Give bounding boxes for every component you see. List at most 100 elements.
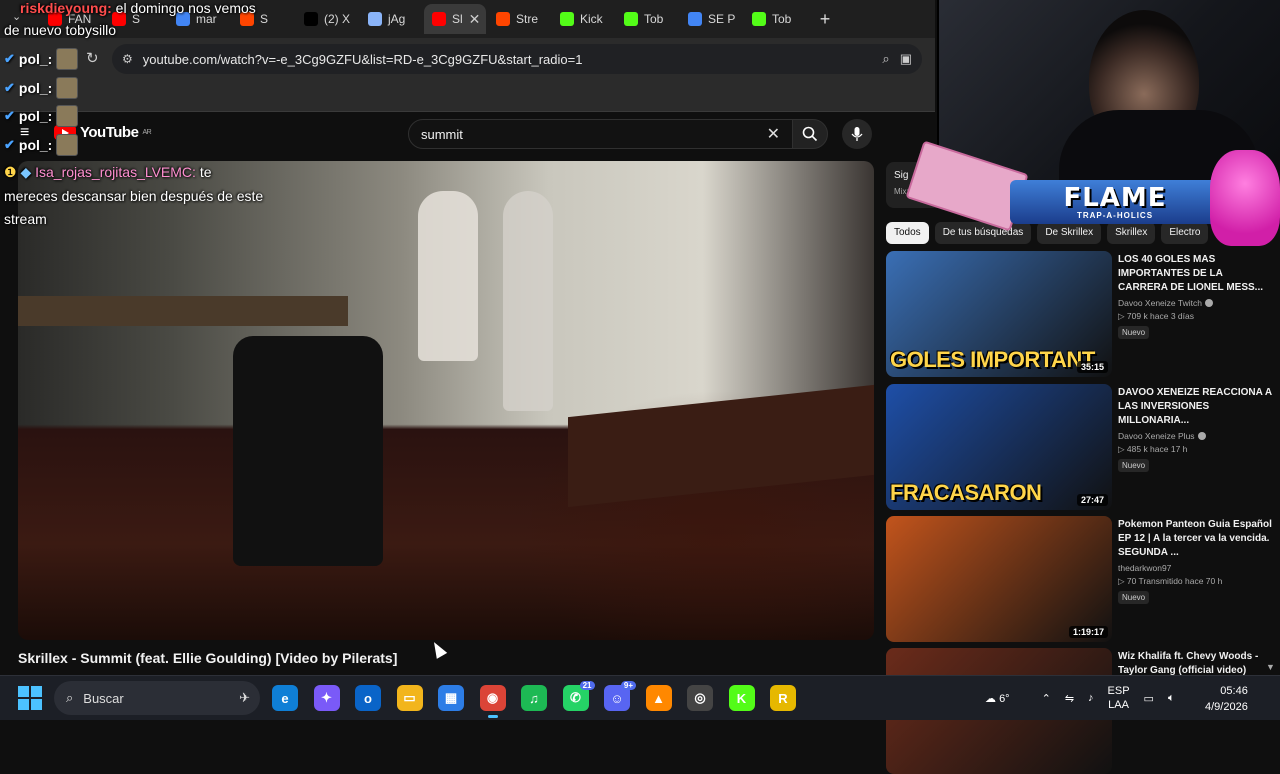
taskbar-app-r-icon[interactable]: R [770, 685, 796, 711]
display-icon[interactable]: ▭ [1144, 692, 1154, 705]
search-button[interactable] [792, 119, 828, 149]
url-text[interactable]: youtube.com/watch?v=-e_3Cg9GZFU&list=RD-… [143, 52, 583, 67]
language-indicator[interactable]: ESP LAA [1108, 684, 1130, 712]
video-thumbnail[interactable]: FRACASARON 27:47 [886, 384, 1112, 510]
recommended-video-title[interactable]: LOS 40 GOLES MAS IMPORTANTES DE LA CARRE… [1118, 253, 1272, 295]
browser-tab[interactable]: Stre [488, 4, 550, 34]
recommended-video[interactable]: 1:19:17 Pokemon Panteon Guia Español EP 1… [886, 516, 1280, 642]
language-code: ESP [1107, 685, 1130, 697]
system-clock[interactable]: 05:46 4/9/2026 [1205, 683, 1248, 715]
mouse-cursor-icon [428, 639, 448, 659]
browser-tab[interactable]: SE P [680, 4, 742, 34]
recommended-video[interactable]: FRACASARON 27:47 DAVOO XENEIZE REACCIONA A… [886, 384, 1280, 510]
recommended-video-title[interactable]: Wiz Khalifa ft. Chevy Woods - Taylor Gan… [1118, 650, 1272, 678]
verified-check-icon: ✔ [4, 108, 15, 123]
taskbar-chrome-icon[interactable]: ◉ [479, 685, 506, 718]
filter-chip[interactable]: Todos [886, 222, 929, 244]
browser-tab[interactable]: Sl ✕ [424, 4, 486, 34]
channel-name-text: Davoo Xeneize Twitch [1118, 298, 1202, 308]
reload-icon[interactable]: ↻ [86, 49, 99, 67]
video-meta: Wiz Khalifa ft. Chevy Woods - Taylor Gan… [1118, 650, 1272, 678]
weather-widget[interactable]: ☁ 6° [985, 692, 1010, 705]
zoom-icon[interactable]: ⌕ [882, 51, 889, 67]
video-scene-desk [568, 384, 874, 508]
channel-name[interactable]: thedarkwon97 [1118, 563, 1272, 573]
new-badge: Nuevo [1118, 591, 1150, 604]
channel-name[interactable]: Davoo Xeneize Twitch [1118, 298, 1272, 308]
filter-chip[interactable]: Electro [1161, 222, 1209, 244]
banner-subtitle: TRAP-A-HOLICS [1076, 210, 1154, 220]
windows-start-icon[interactable] [18, 686, 42, 710]
new-tab-button[interactable]: + [812, 6, 838, 32]
recommended-video-title[interactable]: Pokemon Panteon Guia Español EP 12 | A l… [1118, 518, 1272, 560]
tab-favicon-icon [432, 12, 446, 26]
taskbar-outlook-icon[interactable]: o [355, 685, 381, 711]
taskbar-kick-icon[interactable]: K [728, 685, 755, 711]
verified-icon [1197, 432, 1206, 440]
search-icon [802, 126, 818, 142]
taskbar-obs-icon[interactable]: ◎ [687, 685, 713, 711]
search-input[interactable]: summit ✕ [408, 119, 793, 149]
browser-tab[interactable]: Tob [616, 4, 678, 34]
tab-favicon-icon [624, 12, 638, 26]
microphone-icon [851, 127, 863, 141]
voice-search-button[interactable] [842, 119, 872, 149]
tab-label: Tob [772, 12, 792, 26]
recommended-video[interactable]: GOLES IMPORTANT 35:15 LOS 40 GOLES MAS IMP… [886, 251, 1280, 377]
scroll-down-arrow-icon[interactable]: ▼ [1266, 662, 1275, 672]
address-bar[interactable]: ⚙ youtube.com/watch?v=-e_3Cg9GZFU&list=R… [112, 44, 922, 74]
filter-chip[interactable]: De tus búsquedas [934, 222, 1032, 244]
search-icon: ⌕ [66, 690, 74, 705]
clear-search-icon[interactable]: ✕ [767, 124, 780, 144]
tab-label: S [260, 12, 269, 26]
tab-favicon-icon [368, 12, 382, 26]
thumbnail-caption: FRACASARON [890, 480, 1042, 505]
microphone-icon[interactable]: ♪ [1088, 692, 1094, 704]
chat-username: pol_: [18, 137, 53, 153]
recommended-video-title[interactable]: DAVOO XENEIZE REACCIONA A LAS INVERSIONE… [1118, 386, 1272, 428]
network-icon[interactable]: ⇋ [1065, 692, 1074, 705]
taskbar-whatsapp-icon[interactable]: ✆ 21 [562, 681, 595, 711]
taskbar-spotify-icon[interactable]: ♫ [521, 685, 547, 711]
video-thumbnail[interactable]: 1:19:17 [886, 516, 1112, 642]
close-tab-icon[interactable]: ✕ [469, 11, 481, 28]
region-code: AR [142, 129, 152, 136]
chat-pol-row: ✔ pol_: [4, 105, 79, 127]
chat-text: el domingo nos vemos [111, 0, 256, 16]
filter-chips: Todos De tus búsquedas De Skrillex Skrillex… [886, 222, 1209, 244]
video-stats: ▷ 485 k hace 17 h [1118, 444, 1188, 454]
taskbar-store-icon[interactable]: ▦ [438, 685, 464, 711]
new-badge: Nuevo [1118, 326, 1150, 339]
taskbar-explorer-icon[interactable]: ▭ [396, 685, 423, 711]
taskbar-search[interactable]: ⌕ Buscar ✈ [54, 681, 260, 715]
site-info-icon[interactable]: ⚙ [122, 52, 133, 66]
clock-date: 4/9/2026 [1205, 701, 1248, 713]
chat-username: Isa_rojas_rojitas_LVEMC: [35, 164, 196, 180]
filter-chip[interactable]: De Skrillex [1037, 222, 1102, 244]
chat-username: pol_: [18, 80, 53, 96]
taskbar-edge-icon[interactable]: e [272, 685, 298, 711]
browser-tab[interactable]: jAg [360, 4, 422, 34]
channel-name[interactable]: Davoo Xeneize Plus [1118, 431, 1272, 441]
filter-chip[interactable]: Skrillex [1107, 222, 1156, 244]
install-icon[interactable]: ▣ [900, 51, 912, 67]
video-thumbnail[interactable]: GOLES IMPORTANT 35:15 [886, 251, 1112, 377]
volume-icon[interactable]: 🔈︎ [1168, 692, 1175, 705]
video-scene-person [503, 191, 553, 411]
show-hidden-icons-icon[interactable]: ⌃ [1042, 692, 1051, 705]
weather-temp: 6° [999, 692, 1010, 705]
video-meta: DAVOO XENEIZE REACCIONA A LAS INVERSIONE… [1118, 386, 1272, 473]
taskbar-discord-icon[interactable]: ☺ 9+ [604, 681, 636, 711]
tab-label: Stre [516, 12, 539, 26]
tab-label: Tob [644, 12, 664, 26]
chat-emote-icon [56, 134, 79, 156]
taskbar-vlc-icon[interactable]: ▲ [645, 685, 672, 711]
video-player[interactable] [18, 161, 874, 640]
browser-tab[interactable]: Kick [552, 4, 614, 34]
taskbar-copilot-icon[interactable]: ✦ [313, 685, 340, 711]
browser-tab[interactable]: (2) X [296, 4, 358, 34]
notification-badge: 9+ [620, 681, 636, 690]
subscriber-badge-icon: ❶ [4, 164, 17, 180]
browser-tab[interactable]: Tob [744, 4, 806, 34]
tab-label: SE P [708, 12, 736, 26]
